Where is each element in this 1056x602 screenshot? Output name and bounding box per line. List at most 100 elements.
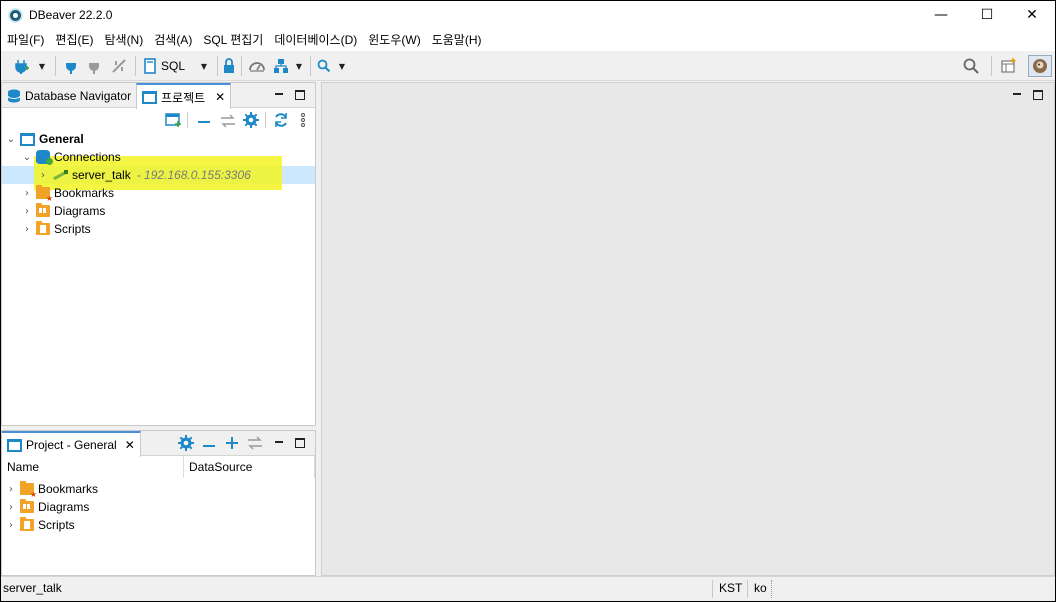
menu-window[interactable]: 윈도우(W) <box>362 30 425 51</box>
collapsed-arrow-icon[interactable]: › <box>38 170 48 181</box>
menu-help[interactable]: 도움말(H) <box>426 30 487 51</box>
close-button[interactable]: ✕ <box>1009 1 1055 30</box>
project-tree: ⌄ General ⌄ Connections › server_talk - … <box>2 128 315 425</box>
disconnect-button[interactable] <box>85 57 105 75</box>
minimize-view-icon[interactable] <box>274 89 284 99</box>
connection-address: - 192.168.0.155:3306 <box>136 168 251 182</box>
toolbar-separator <box>310 56 311 76</box>
view-toolbar-separator <box>187 112 188 128</box>
close-tab-icon[interactable]: ✕ <box>125 438 135 452</box>
tree-node-bookmarks-label: Bookmarks <box>54 186 115 200</box>
schema-compare-icon <box>274 59 288 73</box>
minimize-button[interactable]: — <box>918 1 964 30</box>
toolbar-separator <box>991 56 992 76</box>
dbeaver-window: DBeaver 22.2.0 — ☐ ✕ 파일(F) 편집(E) 탐색(N) 검… <box>1 1 1055 601</box>
lock-icon <box>224 58 234 73</box>
collapsed-arrow-icon[interactable]: › <box>22 206 32 217</box>
open-perspective-button[interactable] <box>999 57 1019 75</box>
status-locale[interactable]: ko <box>754 577 767 601</box>
tree-node-general[interactable]: ⌄ General <box>6 130 84 148</box>
menu-bar: 파일(F) 편집(E) 탐색(N) 검색(A) SQL 편집기 데이터베이스(D… <box>1 30 1055 51</box>
gear-icon <box>243 112 259 128</box>
tree-node-scripts[interactable]: › Scripts <box>22 220 91 238</box>
project-general-panel: Project - General ✕ Name DataSource › ★ … <box>1 430 316 576</box>
collapsed-arrow-icon[interactable]: › <box>22 188 32 199</box>
new-connection-button[interactable] <box>11 57 31 75</box>
close-tab-icon[interactable]: ✕ <box>215 90 225 104</box>
maximize-view-icon[interactable] <box>295 90 305 100</box>
maximize-button[interactable]: ☐ <box>964 1 1010 30</box>
schema-compare-button[interactable] <box>271 57 291 75</box>
tab-projects[interactable]: 프로젝트 ✕ <box>136 83 232 109</box>
new-project-folder-icon <box>165 113 181 127</box>
tab-project-general[interactable]: Project - General ✕ <box>2 431 141 457</box>
menu-file[interactable]: 파일(F) <box>1 30 49 51</box>
dbeaver-perspective-button[interactable] <box>1028 55 1052 77</box>
view-toolbar-separator <box>265 112 266 128</box>
menu-database[interactable]: 데이터베이스(D) <box>268 30 362 51</box>
collapsed-arrow-icon[interactable]: › <box>22 224 32 235</box>
project-item-bookmarks[interactable]: › Bookmarks <box>6 480 98 499</box>
expand-arrow-icon[interactable]: ⌄ <box>6 134 16 145</box>
collapse-all-button[interactable] <box>202 439 216 453</box>
collapsed-arrow-icon[interactable]: › <box>6 502 16 513</box>
sql-dropdown-icon[interactable]: ▼ <box>199 57 209 75</box>
toolbar-separator <box>217 56 218 76</box>
editor-area[interactable] <box>321 82 1055 576</box>
expand-all-button[interactable] <box>225 436 239 453</box>
bookmarks-folder-icon <box>36 185 53 203</box>
tree-node-connections-label: Connections <box>54 150 121 164</box>
menu-sql-editor[interactable]: SQL 편집기 <box>197 30 268 51</box>
status-bar: server_talk KST ko <box>1 576 1055 601</box>
projects-icon <box>142 90 157 104</box>
find-button[interactable] <box>315 57 333 75</box>
connect-button[interactable] <box>61 57 81 75</box>
tree-node-server-talk[interactable]: › server_talk - 192.168.0.155:3306 <box>38 166 251 184</box>
project-item-scripts[interactable]: › Scripts <box>6 516 75 534</box>
diagrams-folder-icon <box>20 499 34 513</box>
dashboard-button[interactable] <box>246 57 268 75</box>
database-icon <box>7 89 21 102</box>
schema-dropdown-icon[interactable]: ▼ <box>294 57 304 75</box>
status-separator <box>747 580 748 598</box>
status-timezone[interactable]: KST <box>719 577 742 601</box>
expand-all-icon <box>226 437 238 449</box>
tree-node-connections[interactable]: ⌄ Connections <box>22 148 121 166</box>
expand-arrow-icon[interactable]: ⌄ <box>22 152 32 163</box>
minimize-editor-icon[interactable] <box>1012 89 1022 99</box>
disconnect-icon <box>89 59 99 74</box>
status-separator <box>712 580 713 598</box>
menu-navigate[interactable]: 탐색(N) <box>98 30 148 51</box>
invalidate-button[interactable] <box>109 57 129 75</box>
collapsed-arrow-icon[interactable]: › <box>6 484 16 495</box>
toolbar-separator <box>135 56 136 76</box>
new-connection-dropdown-icon[interactable]: ▼ <box>37 57 47 75</box>
sql-editor-button[interactable]: SQL <box>143 57 191 75</box>
navigator-tabstrip: Database Navigator 프로젝트 ✕ <box>2 83 315 109</box>
maximize-view-icon[interactable] <box>295 438 305 448</box>
global-search-icon <box>963 58 979 74</box>
tree-node-diagrams[interactable]: › Diagrams <box>22 202 105 220</box>
transaction-lock-button[interactable] <box>220 57 238 75</box>
column-header-datasource[interactable]: DataSource <box>184 456 315 478</box>
link-with-editor-button[interactable] <box>247 436 263 453</box>
scripts-folder-icon <box>36 221 50 235</box>
global-search-button[interactable] <box>961 57 981 75</box>
column-header-name[interactable]: Name <box>2 456 184 478</box>
minimize-view-icon[interactable] <box>274 437 284 447</box>
find-dropdown-icon[interactable]: ▼ <box>337 57 347 75</box>
toolbar-separator <box>55 56 56 76</box>
column-header-row: Name DataSource <box>2 456 315 478</box>
dashboard-icon <box>249 62 265 72</box>
tab-database-navigator[interactable]: Database Navigator <box>2 83 136 108</box>
maximize-editor-icon[interactable] <box>1033 90 1043 100</box>
tree-node-bookmarks[interactable]: › Bookmarks <box>22 184 115 203</box>
menu-search[interactable]: 검색(A) <box>148 30 197 51</box>
project-item-diagrams[interactable]: › Diagrams <box>6 498 89 516</box>
navigator-panel: Database Navigator 프로젝트 ✕ ⌄ General ⌄ Co… <box>1 82 316 426</box>
menu-edit[interactable]: 편집(E) <box>49 30 98 51</box>
configure-columns-button[interactable] <box>178 435 194 454</box>
collapsed-arrow-icon[interactable]: › <box>6 520 16 531</box>
connections-folder-icon <box>36 150 53 165</box>
toolbar-separator <box>241 56 242 76</box>
